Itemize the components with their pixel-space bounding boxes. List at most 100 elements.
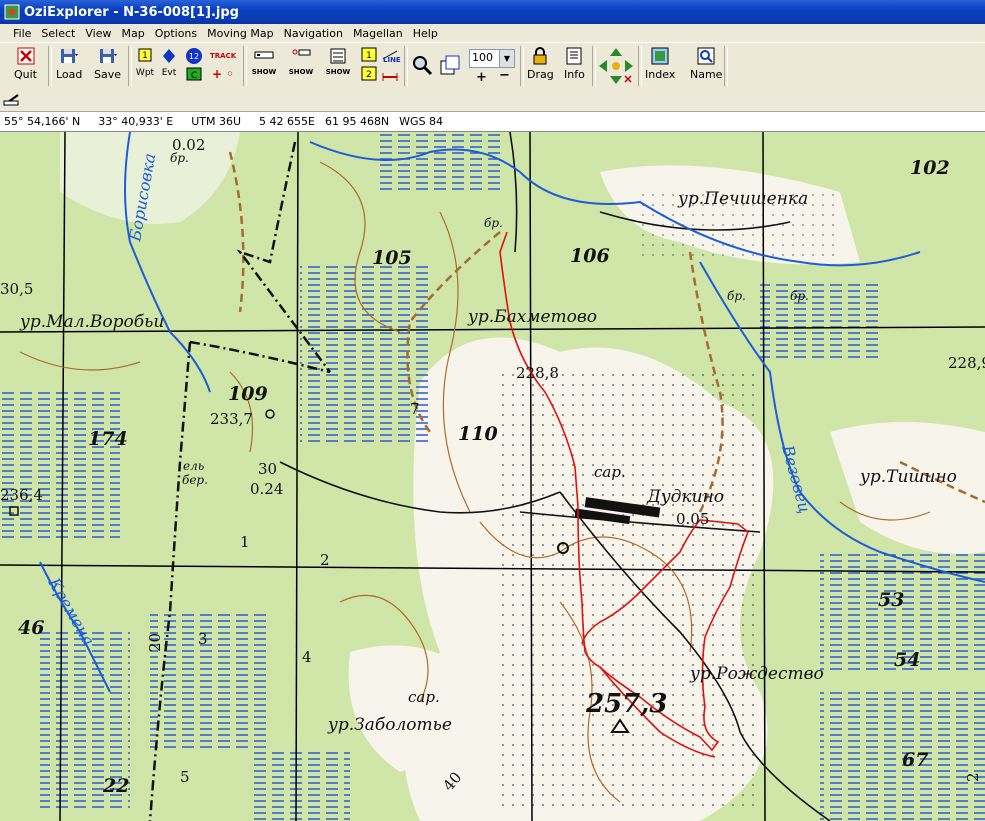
- height-257-3: 257,3: [585, 689, 667, 719]
- drag-button[interactable]: Drag: [527, 46, 554, 86]
- northing-readout: 61 95 468N: [324, 115, 390, 128]
- menu-view[interactable]: View: [80, 27, 116, 40]
- map-ruler-icon[interactable]: [2, 91, 20, 107]
- number-2: 2: [320, 551, 330, 569]
- height-102: 102: [910, 157, 950, 179]
- app-icon: [4, 4, 20, 20]
- menu-help[interactable]: Help: [408, 27, 443, 40]
- number-5: 5: [180, 768, 190, 786]
- number-53: 53: [878, 589, 904, 611]
- menu-magellan[interactable]: Magellan: [348, 27, 408, 40]
- number-7: 7: [410, 400, 420, 418]
- load-button[interactable]: Load: [56, 46, 82, 86]
- route-list-icon: [330, 48, 346, 64]
- number-3: 3: [198, 630, 208, 648]
- route-show-button[interactable]: SHOW: [324, 46, 352, 86]
- wpt-label: Wpt: [135, 68, 155, 78]
- event-show-button[interactable]: SHOW: [287, 46, 315, 86]
- label-sar-2: сар.: [594, 463, 626, 481]
- number-4: 4: [302, 648, 312, 666]
- track-list-icon[interactable]: 12: [361, 47, 377, 83]
- title-bar: OziExplorer - N-36-008[1].jpg: [0, 0, 985, 24]
- quit-label: Quit: [14, 68, 37, 81]
- info-button[interactable]: Info: [564, 46, 585, 86]
- menu-options[interactable]: Options: [150, 27, 202, 40]
- coordinate-bar: 55° 54,166' N 33° 40,933' E UTM 36U 5 42…: [0, 112, 985, 132]
- zoom-in-icon[interactable]: +: [476, 70, 487, 85]
- label-mal-vorobyi: ур.Мал.Воробьи: [19, 312, 164, 332]
- line-tool-icon[interactable]: [381, 47, 399, 83]
- number-0-02: 0.02: [172, 136, 205, 154]
- load-label: Load: [56, 68, 83, 81]
- event-button[interactable]: Evt: [159, 46, 179, 86]
- easting-readout: 5 42 655E: [259, 115, 315, 128]
- quit-button[interactable]: Quit: [14, 46, 37, 86]
- info-icon: [566, 47, 582, 65]
- number-20: 20: [146, 633, 164, 652]
- label-zabolotye: ур.Заболотье: [327, 715, 452, 735]
- label-bakhmetovo: ур.Бахметово: [467, 307, 597, 327]
- track-plus-icon[interactable]: + ◦: [212, 67, 234, 81]
- show-label-2: SHOW: [288, 68, 314, 76]
- svg-text:C: C: [191, 71, 197, 81]
- number-1: 1: [240, 533, 250, 551]
- pan-arrows-icon[interactable]: [597, 46, 635, 86]
- number-0-05: 0.05: [676, 510, 709, 528]
- label-pechishenka: ур.Печишенка: [677, 189, 808, 209]
- label-br-1: бр.: [484, 216, 503, 230]
- waypoint-list-icon: [254, 51, 274, 59]
- line-label: LINE: [383, 56, 401, 64]
- svg-text:2: 2: [366, 70, 372, 80]
- latitude-readout: 55° 54,166' N: [4, 115, 81, 128]
- height-106: 106: [570, 245, 610, 267]
- index-label: Index: [645, 68, 676, 81]
- index-button[interactable]: Index: [645, 46, 675, 86]
- waypoint-show-button[interactable]: SHOW: [250, 46, 278, 86]
- label-dudkino: Дудкино: [646, 487, 724, 507]
- name-label: Name: [690, 68, 723, 81]
- label-sar-1: сар.: [408, 688, 440, 706]
- info-label: Info: [564, 68, 585, 81]
- number-67: 67: [902, 749, 928, 771]
- save-label: Save: [94, 68, 122, 81]
- map-view[interactable]: ур.Бахметово ур.Печишенка ур.Мал.Воробьи…: [0, 132, 985, 821]
- chevron-down-icon[interactable]: ▼: [499, 50, 514, 67]
- menu-moving-map[interactable]: Moving Map: [202, 27, 278, 40]
- label-br-4: бр.: [790, 289, 809, 303]
- event-list-icon: [292, 49, 311, 56]
- height-236-4: 236,4: [0, 486, 43, 504]
- number-22: 22: [102, 775, 129, 797]
- height-110: 110: [458, 423, 498, 445]
- show-label-3: SHOW: [325, 68, 351, 76]
- index-icon: [651, 47, 669, 65]
- secondary-toolbar: [0, 89, 985, 112]
- zoom-out-icon[interactable]: −: [499, 68, 510, 83]
- label-br-3: бр.: [727, 289, 746, 303]
- waypoint-icon: 1: [138, 48, 152, 62]
- zoom-select[interactable]: 100 ▼: [469, 49, 515, 68]
- route-c-icon[interactable]: C: [186, 67, 202, 81]
- track-label[interactable]: TRACK: [210, 52, 236, 60]
- label-tishino: ур.Тишино: [859, 467, 957, 487]
- route-icon[interactable]: 12: [184, 47, 204, 65]
- menu-select[interactable]: Select: [36, 27, 80, 40]
- window-size-icon[interactable]: [439, 54, 461, 76]
- evt-label: Evt: [161, 68, 177, 78]
- longitude-readout: 33° 40,933' E: [98, 115, 174, 128]
- number-54: 54: [894, 649, 920, 671]
- label-ber: бер.: [182, 473, 208, 487]
- number-30: 30: [258, 460, 277, 478]
- menu-file[interactable]: File: [8, 27, 36, 40]
- number-0-24: 0.24: [250, 480, 283, 498]
- name-button[interactable]: Name: [690, 46, 722, 86]
- save-button[interactable]: Save: [94, 46, 121, 86]
- save-icon: [99, 49, 117, 63]
- menu-bar: File Select View Map Options Moving Map …: [0, 24, 985, 42]
- topographic-map[interactable]: ур.Бахметово ур.Печишенка ур.Мал.Воробьи…: [0, 132, 985, 821]
- height-233-7: 233,7: [210, 410, 253, 428]
- menu-map[interactable]: Map: [116, 27, 149, 40]
- magnifier-icon[interactable]: [411, 54, 433, 76]
- svg-text:12: 12: [189, 52, 199, 61]
- menu-navigation[interactable]: Navigation: [279, 27, 348, 40]
- waypoint-button[interactable]: 1 Wpt: [135, 46, 155, 86]
